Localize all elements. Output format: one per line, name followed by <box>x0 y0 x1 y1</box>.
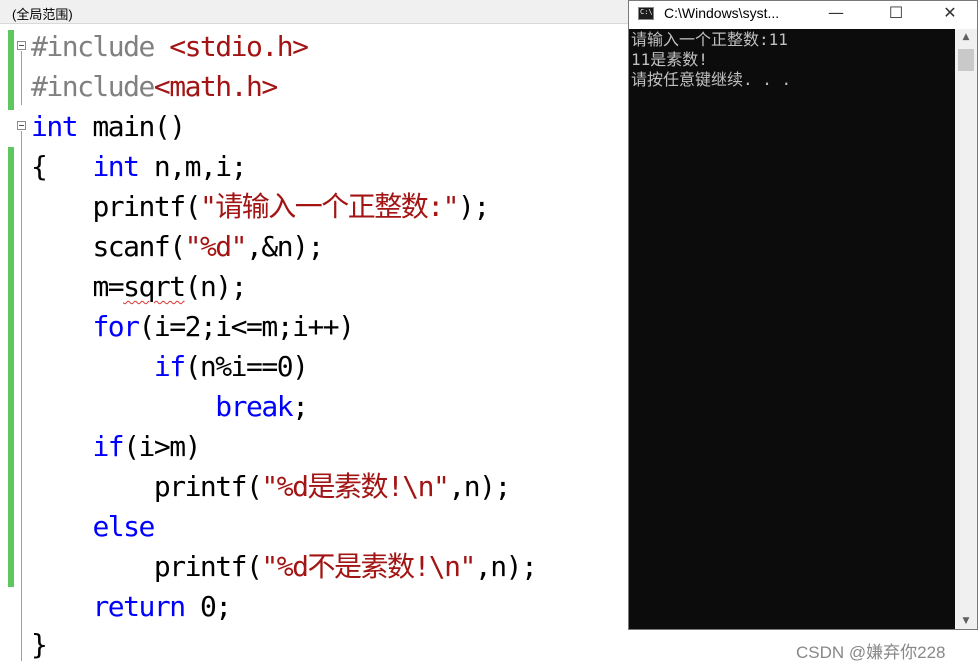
string-literal: "请输入一个正整数:" <box>199 190 460 223</box>
code-text: ,&n); <box>246 230 324 263</box>
keyword: if <box>153 350 186 383</box>
scroll-thumb[interactable] <box>958 49 974 71</box>
keyword: if <box>92 430 124 463</box>
code-text: ; <box>292 390 309 423</box>
fold-toggle-icon[interactable] <box>17 41 26 50</box>
fold-toggle-icon[interactable] <box>17 121 26 130</box>
code-line-6: scanf("%d",&n); <box>31 227 324 267</box>
change-marker <box>8 147 14 587</box>
fold-guide <box>21 51 22 105</box>
scroll-up-arrow-icon[interactable]: ▲ <box>955 29 977 45</box>
console-title-bar[interactable]: C:\Windows\syst... — ☐ ✕ <box>629 1 977 29</box>
console-window[interactable]: C:\Windows\syst... — ☐ ✕ 请输入一个正整数:11 11是… <box>628 0 978 630</box>
keyword: for <box>92 310 140 343</box>
close-brace: } <box>31 628 48 661</box>
preprocessor-directive: #include <box>31 70 155 103</box>
maximize-button[interactable]: ☐ <box>879 1 913 29</box>
preprocessor-directive: #include <box>31 30 155 63</box>
code-line-9: if(n%i==0) <box>31 347 309 387</box>
include-header: <math.h> <box>153 70 278 103</box>
code-text: printf( <box>153 550 263 583</box>
code-line-11: if(i>m) <box>31 427 201 467</box>
code-line-15: return 0; <box>31 587 232 627</box>
console-title: C:\Windows\syst... <box>664 5 780 21</box>
code-text: ); <box>458 190 490 223</box>
code-line-14: printf("%d不是素数!\n",n); <box>31 547 538 587</box>
string-literal: "%d不是素数!\n" <box>261 550 476 583</box>
code-text: m= <box>92 270 124 303</box>
scope-bar[interactable]: (全局范围) <box>0 0 628 24</box>
keyword: int <box>31 110 79 143</box>
fold-guide <box>21 131 22 661</box>
console-output[interactable]: 请输入一个正整数:11 11是素数! 请按任意键继续. . . <box>629 29 955 629</box>
code-line-16: } <box>31 625 48 665</box>
console-output-line: 请按任意键继续. . . <box>631 70 792 89</box>
code-text: n,m,i; <box>138 150 248 183</box>
code-text: (n); <box>184 270 248 303</box>
code-text: main() <box>77 110 186 143</box>
code-line-13: else <box>31 507 155 547</box>
code-line-3: int main() <box>31 107 186 147</box>
code-line-1: #include <stdio.h> <box>31 27 309 67</box>
console-app-icon <box>638 7 654 20</box>
code-text: scanf( <box>92 230 186 263</box>
code-text: (i>m) <box>123 430 201 463</box>
console-output-line: 请输入一个正整数:11 <box>631 30 788 49</box>
code-text: printf( <box>153 470 263 503</box>
code-text: (n%i==0) <box>184 350 309 383</box>
code-text: ,n); <box>474 550 538 583</box>
string-literal: "%d是素数!\n" <box>261 470 450 503</box>
minimize-button[interactable]: — <box>819 1 853 29</box>
keyword: int <box>92 150 140 183</box>
code-text: (i=2;i<=m;i++) <box>138 310 356 343</box>
change-marker <box>8 30 14 110</box>
close-button[interactable]: ✕ <box>933 1 967 29</box>
include-header: <stdio.h> <box>153 30 309 63</box>
code-text: 0; <box>184 590 232 623</box>
keyword: else <box>92 510 155 543</box>
code-text: ,n); <box>448 470 511 503</box>
string-literal: "%d" <box>184 230 248 263</box>
console-scrollbar[interactable]: ▲ ▼ <box>955 29 977 629</box>
code-line-8: for(i=2;i<=m;i++) <box>31 307 356 347</box>
keyword: return <box>92 590 186 623</box>
code-text: printf( <box>92 190 201 223</box>
code-line-2: #include<math.h> <box>31 67 278 107</box>
code-line-12: printf("%d是素数!\n",n); <box>31 467 511 507</box>
keyword: break <box>215 390 293 423</box>
open-brace: { <box>31 150 48 183</box>
console-output-line: 11是素数! <box>631 50 708 69</box>
function-call-warning[interactable]: sqrt <box>123 270 186 303</box>
code-line-5: printf("请输入一个正整数:"); <box>31 187 490 227</box>
scope-label: (全局范围) <box>12 7 73 22</box>
code-line-7: m=sqrt(n); <box>31 267 248 307</box>
code-editor[interactable]: #include <stdio.h> #include<math.h> int … <box>0 25 628 668</box>
code-line-10: break; <box>31 387 309 427</box>
watermark: CSDN @嫌弃你228 <box>796 643 946 662</box>
scroll-down-arrow-icon[interactable]: ▼ <box>955 613 977 629</box>
code-line-4: { int n,m,i; <box>31 147 248 187</box>
